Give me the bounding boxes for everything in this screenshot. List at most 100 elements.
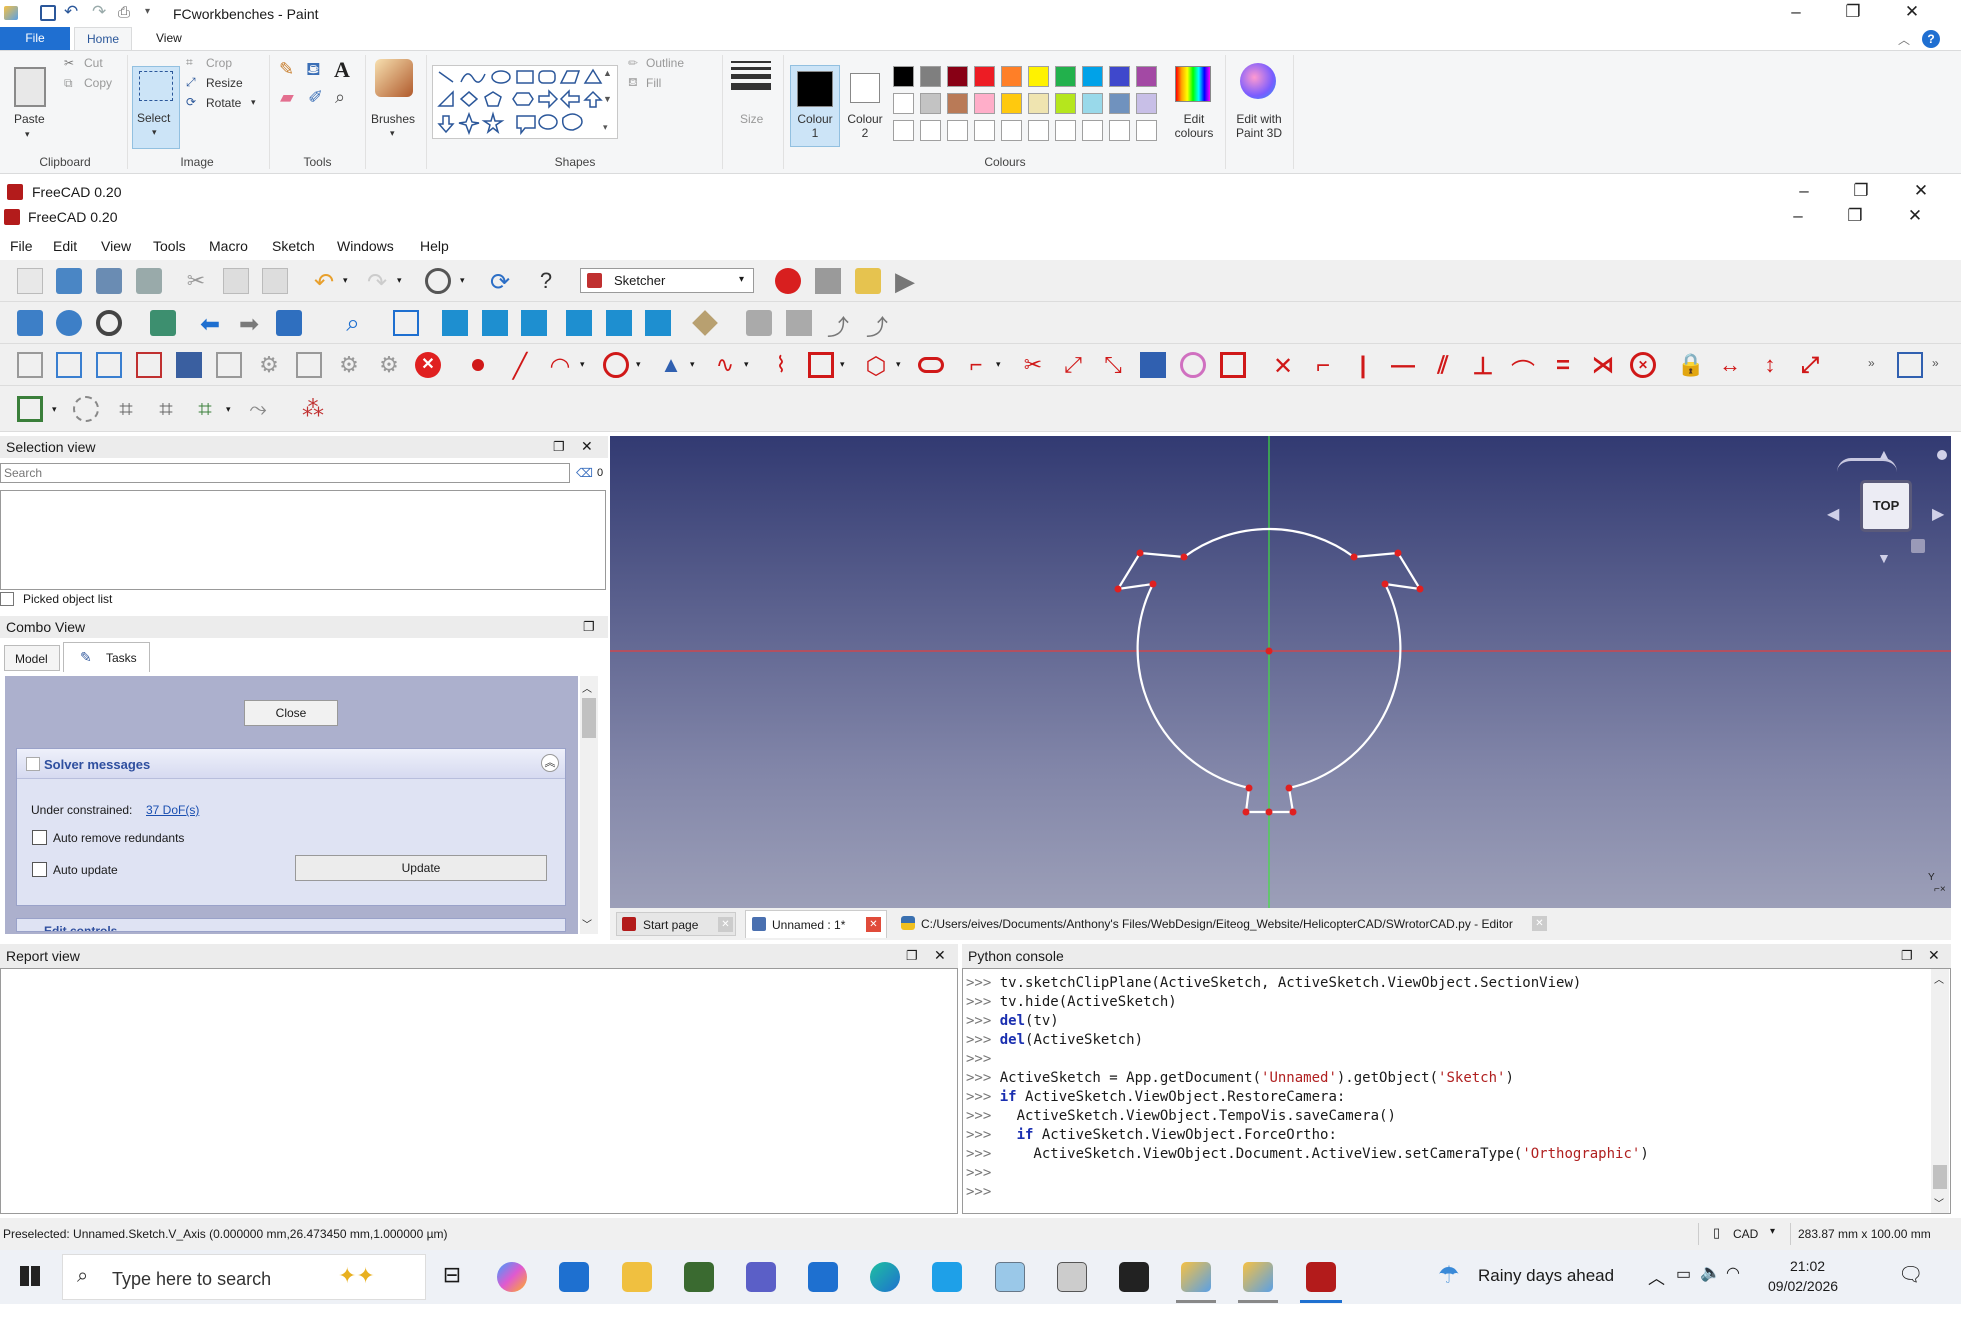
close-icon[interactable]: ✕ <box>1906 181 1936 201</box>
create-part-icon[interactable] <box>746 310 772 336</box>
taskbar-search-box[interactable]: ⌕ Type here to search ✦✦ <box>62 1254 426 1300</box>
menu-macro[interactable]: Macro <box>209 238 248 254</box>
new-sketch-icon[interactable] <box>17 352 43 378</box>
new-document-icon[interactable] <box>17 268 43 294</box>
colour-swatch[interactable] <box>974 120 995 141</box>
bspline-icon[interactable]: ∿ <box>712 352 738 378</box>
fit-selection-icon[interactable] <box>56 310 82 336</box>
slot-icon[interactable] <box>918 357 944 373</box>
view-sketch-icon[interactable] <box>136 352 162 378</box>
cut-button[interactable]: Cut <box>84 56 103 70</box>
close-icon[interactable]: ✕ <box>581 438 593 455</box>
bing-app-icon[interactable] <box>932 1262 962 1292</box>
undock-icon[interactable]: ❐ <box>583 619 595 635</box>
colour-swatch[interactable] <box>1028 93 1049 114</box>
colour-swatch[interactable] <box>1109 120 1130 141</box>
paste-button[interactable]: Paste <box>14 112 45 126</box>
toolbar-overflow-icon[interactable]: » <box>1868 356 1875 370</box>
autoconstraint-icon[interactable]: ⌗ <box>192 396 218 423</box>
equal-constraint-icon[interactable]: = <box>1550 352 1576 379</box>
tab-tasks[interactable]: ✎ Tasks <box>63 642 150 672</box>
edit-macro-icon[interactable] <box>855 268 881 294</box>
color-picker-icon[interactable]: ✐ <box>308 87 323 108</box>
help-icon[interactable]: ? <box>1922 30 1940 48</box>
menu-tools[interactable]: Tools <box>153 238 186 254</box>
left-view-icon[interactable] <box>645 310 671 336</box>
weather-text[interactable]: Rainy days ahead <box>1478 1266 1614 1286</box>
isometric-view-icon[interactable] <box>393 310 419 336</box>
shapes-gallery-icons[interactable]: ▲ ▼ ▾ <box>433 66 619 140</box>
colour-swatch[interactable] <box>1055 93 1076 114</box>
construction-mode-icon[interactable] <box>1220 352 1246 378</box>
rectangle-icon[interactable] <box>808 352 834 378</box>
menu-help[interactable]: Help <box>420 238 449 254</box>
edit-paint3d-button[interactable]: Edit with Paint 3D <box>1228 112 1290 140</box>
scroll-down-icon[interactable]: ﹀ <box>1934 1195 1944 1214</box>
edit-colours-button[interactable]: Edit colours <box>1170 112 1218 140</box>
python-console[interactable]: >>> tv.sketchClipPlane(ActiveSketch, Act… <box>962 968 1951 1214</box>
dropdown-icon[interactable]: ▾ <box>460 275 465 286</box>
circle-icon[interactable] <box>603 352 629 378</box>
notifications-icon[interactable]: 🗨 <box>1898 1262 1923 1287</box>
auto-update-checkbox[interactable] <box>32 862 47 877</box>
close-icon[interactable]: ✕ <box>1900 206 1930 226</box>
top-view-icon[interactable] <box>482 310 508 336</box>
reorient-sketch-icon[interactable]: ⚙ <box>256 352 282 378</box>
dropdown-icon[interactable]: ▾ <box>226 404 231 415</box>
wifi-icon[interactable]: ◠ <box>1726 1263 1740 1283</box>
cut-icon[interactable]: ✂ <box>183 268 209 294</box>
clear-search-icon[interactable]: ⌫ <box>576 466 593 480</box>
refresh-check-icon[interactable] <box>425 268 451 294</box>
grid-icon[interactable]: ⌗ <box>113 396 139 423</box>
arrow-left-icon[interactable]: ◀ <box>1827 504 1839 524</box>
sketcher-settings-icon[interactable] <box>1897 352 1923 378</box>
bounding-box-icon[interactable] <box>150 310 176 336</box>
collapse-ribbon-icon[interactable]: ︿ <box>1898 31 1910 48</box>
text-tool-icon[interactable]: A <box>334 57 350 83</box>
paste-icon[interactable] <box>262 268 288 294</box>
store-icon[interactable] <box>808 1262 838 1292</box>
point-on-object-constraint-icon[interactable]: ⌐ <box>1310 352 1336 379</box>
view-section-icon[interactable] <box>176 352 202 378</box>
windows-start-icon[interactable] <box>20 1266 40 1286</box>
edit-controls-panel-edge[interactable]: Edit controls <box>16 918 566 932</box>
colour-swatch[interactable] <box>1001 93 1022 114</box>
draw-style-icon[interactable] <box>96 310 122 336</box>
rendering-order-icon[interactable]: ⤳ <box>245 396 271 422</box>
leave-sketch-icon[interactable] <box>96 352 122 378</box>
trim-icon[interactable]: ✂ <box>1020 352 1046 378</box>
tab-file[interactable]: File <box>0 27 70 50</box>
colour-swatch[interactable] <box>893 93 914 114</box>
extend-icon[interactable]: ⤢ <box>1060 352 1086 378</box>
distance-icon[interactable]: ⤢ <box>1797 352 1823 378</box>
circle-dropdown-icon[interactable]: ▾ <box>636 359 641 370</box>
tab-home[interactable]: Home <box>74 27 133 50</box>
tab-model[interactable]: Model <box>4 645 60 671</box>
arc-dropdown-icon[interactable]: ▾ <box>580 359 585 370</box>
right-view-icon[interactable] <box>521 310 547 336</box>
colour-swatch[interactable] <box>920 120 941 141</box>
view-menu-icon[interactable] <box>1937 450 1947 460</box>
arc-icon[interactable]: ◠ <box>547 352 573 380</box>
undo-icon[interactable]: ↶ <box>64 2 78 22</box>
std-views-icon[interactable] <box>276 310 302 336</box>
restore-icon[interactable]: ❐ <box>1840 206 1870 226</box>
fillet-dropdown-icon[interactable]: ▾ <box>996 359 1001 370</box>
workbench-selector[interactable]: Sketcher ▾ <box>580 268 754 293</box>
back-arrow-icon[interactable]: ⬅ <box>197 310 223 338</box>
redo-dropdown-icon[interactable]: ▾ <box>397 275 402 286</box>
colour-swatch[interactable] <box>1055 66 1076 87</box>
undock-icon[interactable]: ❐ <box>1901 948 1913 964</box>
close-tab-icon[interactable]: ✕ <box>866 917 881 932</box>
redo-icon[interactable]: ↷ <box>92 2 106 22</box>
parallel-constraint-icon[interactable]: ⫽ <box>1430 352 1456 379</box>
copilot-icon[interactable] <box>497 1262 527 1292</box>
update-button[interactable]: Update <box>295 855 547 881</box>
stop-macro-icon[interactable] <box>815 268 841 294</box>
minimize-icon[interactable]: – <box>1781 2 1811 22</box>
eraser-icon[interactable]: ▰ <box>280 87 294 108</box>
rectangle-dropdown-icon[interactable]: ▾ <box>840 359 845 370</box>
size-icon[interactable] <box>731 59 771 90</box>
shapes-gallery[interactable]: ▲ ▼ ▾ <box>432 65 618 139</box>
bspline-tools-icon[interactable]: ⁂ <box>300 396 326 422</box>
